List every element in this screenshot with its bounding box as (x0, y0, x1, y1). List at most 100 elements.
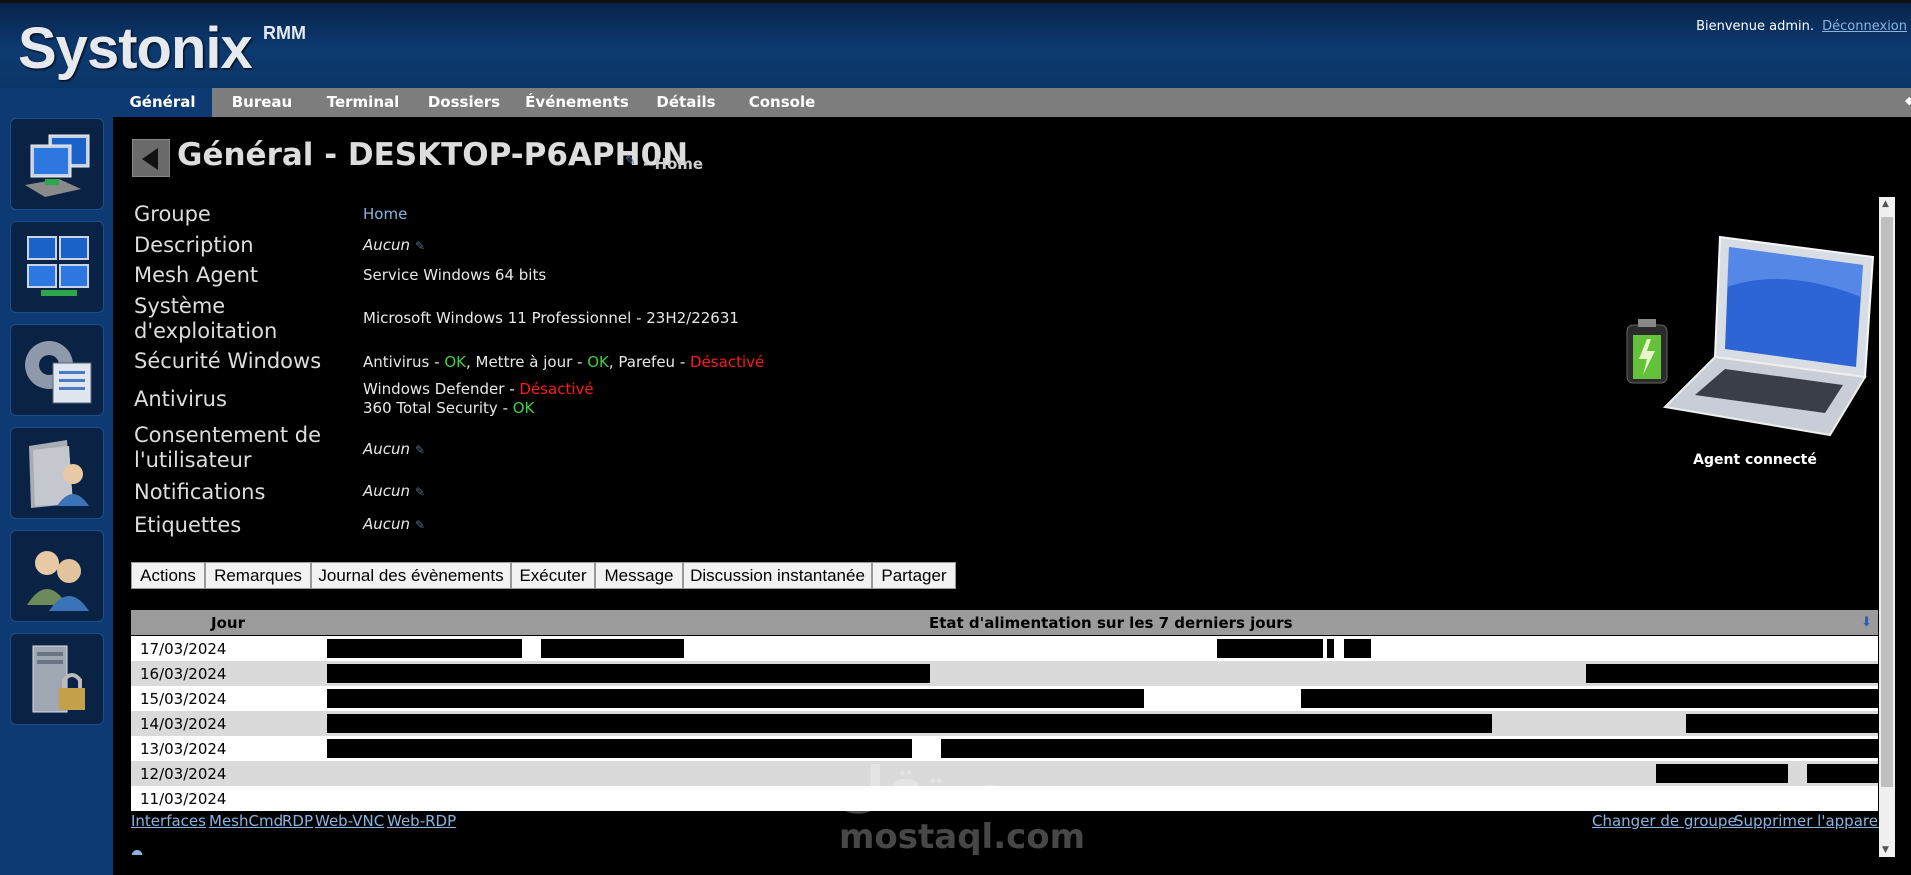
edit-description-icon[interactable]: ✎ (415, 239, 425, 253)
welcome-area: Bienvenue admin. Déconnexion (1696, 19, 1907, 34)
download-icon[interactable]: ⬇ (1861, 615, 1872, 630)
run-button[interactable]: Exécuter (511, 562, 595, 589)
sidebar-item-multi-desktop[interactable] (10, 221, 104, 313)
security-firewall-status: Désactivé (690, 353, 765, 371)
tags-label: Etiquettes (134, 513, 242, 537)
antivirus-name: 360 Total Security (363, 399, 498, 417)
page-title: Général - DESKTOP-P6APH0N (177, 137, 689, 173)
notifications-text: Aucun (363, 482, 411, 500)
top-header: Systonix RMM Bienvenue admin. Déconnexio… (0, 0, 1911, 88)
tab-desktop[interactable]: Bureau (212, 88, 312, 117)
change-group-link[interactable]: Changer de groupe (1592, 812, 1737, 830)
security-antivirus-label: Antivirus (363, 353, 430, 371)
computers-network-icon (25, 134, 90, 197)
sidebar-item-files[interactable] (10, 427, 104, 519)
watermark-text: mostaql.com (839, 817, 1086, 857)
sidebar-item-users[interactable] (10, 530, 104, 622)
description-value: Aucun ✎ (363, 236, 425, 256)
welcome-text: Bienvenue admin. (1696, 19, 1814, 34)
vertical-scrollbar[interactable]: ▲ ▼ (1879, 197, 1895, 857)
antivirus-name: Windows Defender (363, 380, 505, 398)
interfaces-link[interactable]: Interfaces (131, 812, 206, 830)
os-label-line2: d'exploitation (134, 319, 278, 343)
group-link[interactable]: Home (363, 205, 407, 223)
group-value: Home (363, 205, 407, 224)
user-folder-icon (29, 440, 89, 508)
power-row-date: 17/03/2024 (140, 640, 227, 658)
sidebar-item-settings[interactable] (10, 324, 104, 416)
message-button[interactable]: Message (595, 562, 683, 589)
power-row-date: 15/03/2024 (140, 690, 227, 708)
power-on-segment (1586, 664, 1878, 683)
security-label: Sécurité Windows (134, 349, 322, 373)
tab-menu-icon[interactable]: ◆ (1905, 94, 1911, 110)
power-on-segment (1344, 639, 1371, 658)
power-on-segment (327, 664, 931, 683)
power-on-segment (541, 639, 684, 658)
left-sidebar (0, 88, 113, 875)
share-button[interactable]: Partager (872, 562, 956, 589)
event-log-button[interactable]: Journal des évènements (311, 562, 511, 589)
add-note-link[interactable]: ● (131, 847, 143, 855)
notes-button[interactable]: Remarques (205, 562, 311, 589)
tab-terminal[interactable]: Terminal (312, 88, 414, 117)
scroll-up-icon[interactable]: ▲ (1882, 199, 1889, 209)
security-antivirus-status: OK (444, 353, 466, 371)
consent-label: Consentement de l'utilisateur (134, 423, 321, 473)
web-vnc-link[interactable]: Web-VNC (315, 812, 384, 830)
back-button[interactable] (132, 139, 170, 177)
power-on-segment (1685, 714, 1878, 733)
os-value: Microsoft Windows 11 Professionnel - 23H… (363, 309, 739, 327)
power-row-date: 12/03/2024 (140, 765, 227, 783)
power-on-segment (1301, 689, 1878, 708)
tab-files[interactable]: Dossiers (414, 88, 514, 117)
edit-tags-icon[interactable]: ✎ (415, 518, 425, 532)
notifications-label: Notifications (134, 480, 266, 504)
meshcmd-link[interactable]: MeshCmd (209, 812, 283, 830)
power-on-segment (941, 739, 1878, 758)
sidebar-item-devices[interactable] (10, 118, 104, 210)
tab-details[interactable]: Détails (640, 88, 732, 117)
antivirus-status: OK (512, 399, 535, 417)
tab-events[interactable]: Événements (514, 88, 640, 117)
multi-desktop-icon (27, 236, 89, 296)
tab-bar: Général Bureau Terminal Dossiers Événeme… (113, 88, 1911, 117)
chat-button[interactable]: Discussion instantanée (683, 562, 872, 589)
power-on-segment (1806, 764, 1878, 783)
scroll-thumb[interactable] (1881, 217, 1893, 787)
edit-notifications-icon[interactable]: ✎ (415, 485, 425, 499)
power-row-date: 13/03/2024 (140, 740, 227, 758)
notifications-value: Aucun ✎ (363, 482, 425, 502)
server-lock-icon (32, 645, 85, 713)
tab-general[interactable]: Général (113, 88, 212, 117)
scroll-down-icon[interactable]: ▼ (1882, 845, 1889, 855)
consent-text: Aucun (363, 440, 411, 458)
consent-value: Aucun ✎ (363, 440, 425, 460)
app-logo-suffix: RMM (263, 23, 306, 43)
edit-name-icon[interactable]: ✎ (625, 154, 636, 169)
laptop-battery-icon (1626, 235, 1875, 437)
tags-value: Aucun ✎ (363, 515, 425, 535)
app-logo: Systonix (18, 16, 253, 81)
power-on-segment (327, 739, 912, 758)
watermark-logo: مستقل (838, 755, 1036, 818)
logout-link[interactable]: Déconnexion (1822, 19, 1907, 34)
delete-device-link[interactable]: Supprimer l'appareil (1734, 812, 1886, 830)
antivirus-status: Désactivé (519, 380, 594, 398)
os-label: Système d'exploitation (134, 294, 277, 344)
antivirus-label: Antivirus (134, 387, 227, 411)
power-row-date: 16/03/2024 (140, 665, 227, 683)
consent-label-line2: l'utilisateur (134, 448, 252, 472)
power-row: 15/03/2024 (131, 686, 1878, 711)
power-on-segment (1327, 639, 1334, 658)
web-rdp-link[interactable]: Web-RDP (387, 812, 456, 830)
actions-button[interactable]: Actions (131, 562, 205, 589)
users-icon (27, 551, 89, 611)
power-on-segment (327, 639, 523, 658)
power-table-header: Jour Etat d'alimentation sur les 7 derni… (131, 610, 1878, 635)
tab-console[interactable]: Console (732, 88, 832, 117)
edit-consent-icon[interactable]: ✎ (415, 443, 425, 457)
day-column-header: Jour (211, 614, 245, 632)
rdp-link[interactable]: RDP (282, 812, 313, 830)
sidebar-item-security[interactable] (10, 633, 104, 725)
